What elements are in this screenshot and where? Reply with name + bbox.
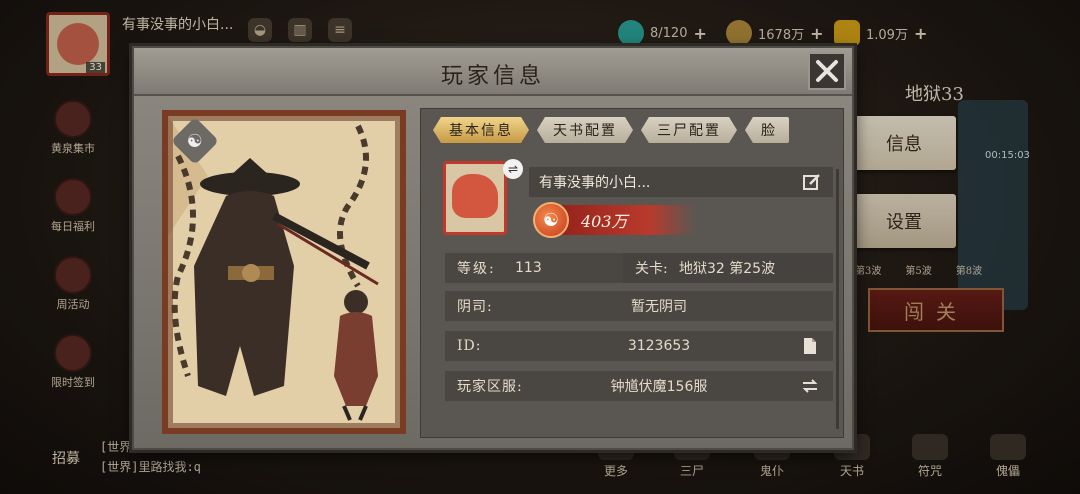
level-stage-row: 等级: 113 关卡: 地狱32 第25波 [445, 253, 833, 283]
yinsi-row: 阴司: 暂无阴司 [445, 291, 833, 321]
player-name: 有事没事的小白... [539, 175, 651, 191]
server-value: 钟馗伏魔156服 [610, 379, 708, 395]
combat-power-value: 403万 [581, 212, 628, 231]
server-label: 玩家区服: [457, 379, 523, 395]
panel-scrollbar[interactable] [836, 169, 839, 429]
server-row: 玩家区服: 钟馗伏魔156服 [445, 371, 833, 401]
combat-power: ☯ 403万 [533, 202, 695, 238]
id-row: ID: 3123653 [445, 331, 833, 361]
stage-label: 关卡: [635, 261, 668, 277]
modal-title: 玩家信息 [440, 64, 545, 89]
info-tabs: 基本信息 天书配置 三尸配置 脸 [433, 117, 827, 145]
tab-tianshu-config[interactable]: 天书配置 [537, 117, 633, 143]
edit-name-icon[interactable] [803, 173, 821, 191]
level-label: 等级: [457, 261, 496, 277]
level-value: 113 [515, 260, 542, 276]
close-button[interactable] [808, 52, 846, 90]
modal-header: 玩家信息 [134, 48, 852, 96]
player-info-modal: 玩家信息 ☯ 基本信息 天书配置 三尸配置 脸 ⇌ 有事没事的小白... ☯ 4… [132, 46, 854, 450]
yinsi-label: 阴司: [457, 299, 493, 315]
swap-avatar-icon[interactable]: ⇌ [503, 159, 523, 179]
id-label: ID: [457, 338, 482, 354]
info-panel: 基本信息 天书配置 三尸配置 脸 ⇌ 有事没事的小白... ☯ 403万 等级:… [420, 108, 844, 438]
yinsi-value: 暂无阴司 [631, 299, 687, 315]
character-illustration [168, 116, 400, 428]
tab-sanshi-config[interactable]: 三尸配置 [641, 117, 737, 143]
player-avatar[interactable] [443, 161, 507, 235]
player-name-row: 有事没事的小白... [529, 167, 833, 197]
stage-value: 地狱32 第25波 [679, 261, 776, 277]
copy-id-icon[interactable] [801, 337, 819, 355]
character-portrait: ☯ [162, 110, 406, 434]
id-value: 3123653 [627, 338, 691, 354]
horse-avatar-icon [452, 174, 498, 218]
switch-server-icon[interactable] [801, 377, 819, 395]
close-icon [816, 60, 838, 82]
tab-basic-info[interactable]: 基本信息 [433, 117, 529, 143]
yin-yang-power-icon: ☯ [533, 202, 569, 238]
tab-face[interactable]: 脸 [745, 117, 789, 143]
